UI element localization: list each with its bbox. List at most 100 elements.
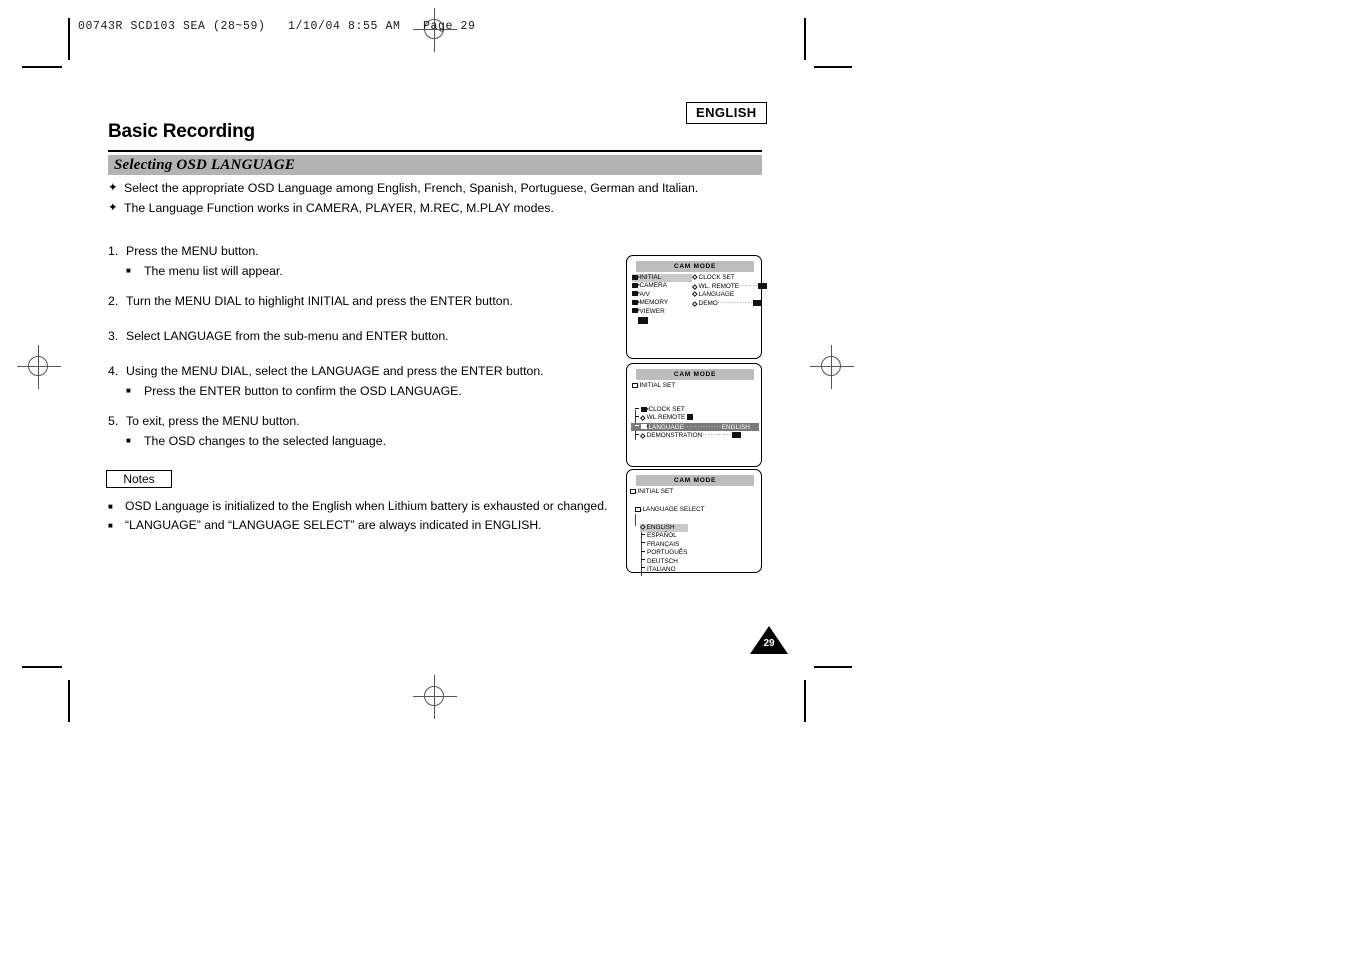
osd-menu-row: A/V LANGUAGE	[627, 291, 761, 299]
step-sub-item: ■ The OSD changes to the selected langua…	[108, 432, 608, 450]
osd-right-item-label: CLOCK SET	[698, 274, 735, 281]
osd-language-row: ESPAÑOL	[641, 532, 701, 540]
folder-open-icon	[632, 382, 639, 388]
osd-menu-body: INITIAL CLOCK SET CAMERA WL. REMOTE·····…	[627, 274, 767, 324]
osd-right-item-clock-set: CLOCK SET	[692, 274, 763, 282]
osd-root-row: INITIAL SET	[627, 382, 761, 394]
instruction-step: 1. Press the MENU button. ■ The menu lis…	[108, 242, 608, 280]
step-text: Using the MENU DIAL, select the LANGUAGE…	[126, 364, 544, 378]
osd-menu-body: INITIAL SET CLOCK SET WL.REMOTE LANGUAGE…	[627, 382, 761, 440]
osd-language-item: PORTUGUÊS	[627, 549, 761, 557]
step-text: To exit, press the MENU button.	[126, 414, 300, 428]
osd-item-value: ENGLISH	[721, 423, 750, 431]
page-content: ENGLISH Basic Recording Selecting OSD LA…	[0, 0, 1351, 954]
step-text: Turn the MENU DIAL to highlight INITIAL …	[126, 294, 513, 308]
osd-item-label: LANGUAGE	[648, 423, 685, 431]
osd-left-item-label: CAMERA	[639, 282, 667, 290]
step-number: 3.	[108, 329, 119, 343]
osd-menu-row: DEMONSTRATION···········	[627, 431, 761, 439]
step-text: Press the MENU button.	[126, 244, 259, 258]
osd-language-item: ITALIANO	[627, 566, 761, 574]
step-sub-item: ■ Press the ENTER button to confirm the …	[108, 382, 608, 400]
osd-root-label: INITIAL SET	[639, 382, 676, 389]
diamond-icon	[692, 284, 698, 290]
osd-language-item: DEUTSCH	[627, 558, 761, 566]
osd-menu-row: MEMORY DEMO·············	[627, 299, 762, 307]
square-bullet-icon: ■	[108, 521, 113, 530]
intro-bullet-text: Select the appropriate OSD Language amon…	[124, 181, 699, 195]
osd-value-chip-icon	[731, 432, 741, 438]
tree-dash-icon	[641, 559, 645, 561]
folder-icon	[632, 308, 640, 314]
osd-leader-dots: ·············	[717, 300, 753, 307]
page-number: 29	[763, 638, 775, 649]
osd-item-language-selected: LANGUAGE··············ENGLISH	[631, 422, 759, 432]
osd-value-chip-icon	[757, 283, 767, 289]
intro-bullet-list: ✦ Select the appropriate OSD Language am…	[108, 179, 768, 219]
folder-open-icon	[635, 506, 642, 512]
osd-item-demonstration: DEMONSTRATION···········	[635, 431, 763, 440]
step-sub-item: ■ The menu list will appear.	[108, 262, 608, 280]
osd-menu-body: INITIAL SET LANGUAGE SELECT ENGLISH ESPA…	[627, 488, 761, 576]
tree-dash-icon	[641, 542, 645, 544]
note-text: OSD Language is initialized to the Engli…	[125, 499, 608, 513]
square-bullet-icon: ■	[108, 502, 113, 511]
osd-left-item-memory: MEMORY	[632, 299, 692, 307]
osd-item-wl-remote: WL.REMOTE	[635, 414, 760, 422]
step-sub-text: The menu list will appear.	[144, 264, 283, 278]
osd-language-label: ESPAÑOL	[647, 532, 677, 540]
osd-root-row: INITIAL SET	[627, 488, 761, 501]
osd-value-chip-icon	[752, 300, 762, 306]
title-rule	[108, 150, 762, 152]
osd-item-label: CLOCK SET	[648, 406, 685, 413]
osd-menu-row	[627, 316, 761, 324]
section-title: Selecting OSD LANGUAGE	[114, 157, 296, 173]
step-number: 2.	[108, 294, 119, 308]
osd-title-cam-mode: CAM MODE	[636, 369, 754, 380]
osd-menu-row: VIEWER	[627, 308, 761, 316]
step-sub-text: Press the ENTER button to confirm the OS…	[144, 384, 462, 398]
tree-dash-icon	[641, 533, 645, 535]
osd-sub-item-language-select: LANGUAGE SELECT	[635, 506, 760, 514]
section-header-bar: Selecting OSD LANGUAGE	[108, 155, 762, 175]
osd-sub-label: LANGUAGE SELECT	[642, 506, 705, 513]
osd-right-item-language: LANGUAGE	[692, 291, 763, 299]
osd-language-item: FRANÇAIS	[627, 541, 761, 549]
step-sub-text: The OSD changes to the selected language…	[144, 434, 386, 448]
instruction-step: 3. Select LANGUAGE from the sub-menu and…	[108, 327, 608, 345]
flower-bullet-icon: ✦	[108, 202, 118, 214]
osd-menu-row: CLOCK SET	[627, 406, 761, 414]
osd-language-row: PORTUGUÊS	[641, 549, 701, 557]
osd-item-label: WL.REMOTE	[646, 414, 686, 422]
language-badge: ENGLISH	[686, 102, 767, 124]
diamond-icon	[692, 291, 698, 297]
square-bullet-icon: ■	[126, 436, 131, 445]
osd-cursor-block	[638, 316, 648, 324]
instruction-step: 2. Turn the MENU DIAL to highlight INITI…	[108, 292, 608, 310]
osd-left-item-av: A/V	[632, 291, 692, 299]
osd-left-item-label: VIEWER	[639, 307, 665, 315]
flower-bullet-icon: ✦	[108, 182, 118, 194]
step-number: 1.	[108, 244, 119, 258]
page-title: Basic Recording	[108, 121, 255, 142]
square-bullet-icon: ■	[126, 386, 131, 395]
osd-language-label: DEUTSCH	[647, 557, 678, 565]
osd-left-item-viewer: VIEWER	[632, 308, 692, 316]
instruction-step: 4. Using the MENU DIAL, select the LANGU…	[108, 362, 608, 400]
tree-dash-icon	[635, 415, 639, 417]
osd-left-item-label: A/V	[639, 290, 650, 298]
tree-dash-icon	[641, 567, 645, 569]
osd-language-row: ITALIANO	[641, 566, 701, 574]
osd-menu-row: INITIAL CLOCK SET	[627, 274, 763, 283]
page-number-badge: 29	[750, 626, 788, 654]
folder-icon	[632, 274, 640, 280]
intro-bullet-text: The Language Function works in CAMERA, P…	[124, 201, 554, 215]
osd-language-label: PORTUGUÊS	[647, 549, 688, 557]
osd-leader-dots: ···········	[702, 432, 732, 439]
diamond-icon	[640, 524, 646, 530]
osd-item-label: DEMONSTRATION	[646, 432, 703, 440]
osd-menu-row: CAMERA WL. REMOTE·······	[627, 282, 767, 290]
osd-left-item-camera: CAMERA	[632, 282, 692, 290]
folder-icon	[632, 299, 640, 305]
tree-dash-icon	[641, 550, 645, 552]
